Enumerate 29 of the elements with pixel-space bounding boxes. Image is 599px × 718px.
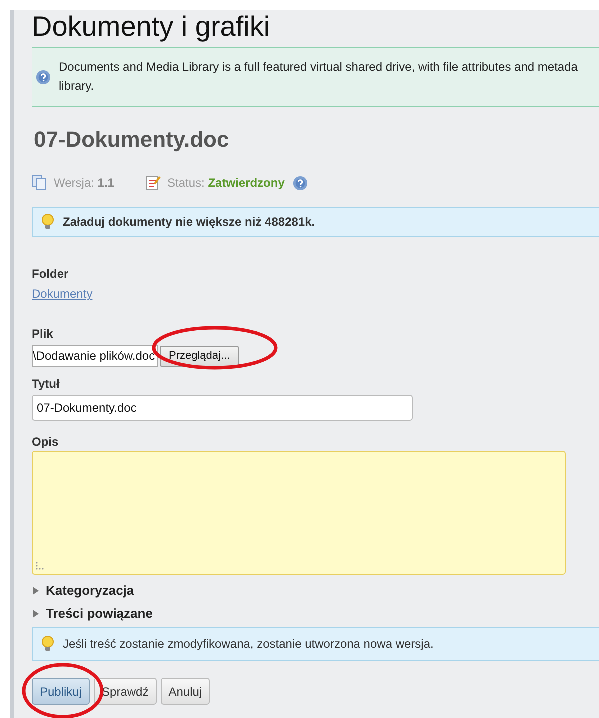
document-title: 07-Dokumenty.doc	[34, 127, 230, 153]
form-button[interactable]: Publikuj	[32, 678, 90, 705]
folder-label: Folder	[32, 267, 70, 281]
form-button[interactable]: Anuluj	[160, 678, 210, 705]
caret-right-icon[interactable]	[32, 586, 40, 596]
page-title: Dokumenty i grafiki	[32, 10, 272, 44]
section-toggle[interactable]: Kategoryzacja	[46, 583, 134, 598]
file-path-field[interactable]: \Dodawanie plików.doc	[32, 345, 158, 367]
description-field[interactable]	[32, 451, 566, 575]
edit-note-icon	[146, 175, 162, 191]
folder-link[interactable]: Dokumenty	[32, 287, 93, 301]
help-icon[interactable]	[36, 70, 51, 84]
resize-handle-icon[interactable]	[36, 562, 44, 570]
lightbulb-icon	[41, 214, 55, 230]
description-label: Opis	[32, 435, 60, 449]
info-text: Documents and Media Library is a full featured virtual shared drive, with file attributes and metada library.	[59, 59, 578, 95]
title-label: Tytuł	[32, 377, 61, 391]
browse-button[interactable]: Przeglądaj...	[160, 346, 240, 366]
version-text: Wersja: 1.1	[54, 176, 114, 190]
status-text: Status: Zatwierdzony	[167, 176, 285, 190]
caret-right-icon[interactable]	[32, 608, 40, 618]
section-toggle[interactable]: Treści powiązane	[46, 606, 153, 621]
lightbulb-icon	[41, 636, 55, 652]
version-notice-text: Jeśli treść zostanie zmodyfikowana, zostanie utworzona nowa wersja.	[63, 637, 434, 651]
file-label: Plik	[32, 327, 54, 341]
upload-notice-text: Załaduj dokumenty nie większe niż 488281k.	[63, 215, 316, 229]
help-icon[interactable]	[292, 176, 308, 190]
title-field[interactable]: 07-Dokumenty.doc	[32, 395, 413, 421]
documents-icon	[32, 175, 48, 191]
